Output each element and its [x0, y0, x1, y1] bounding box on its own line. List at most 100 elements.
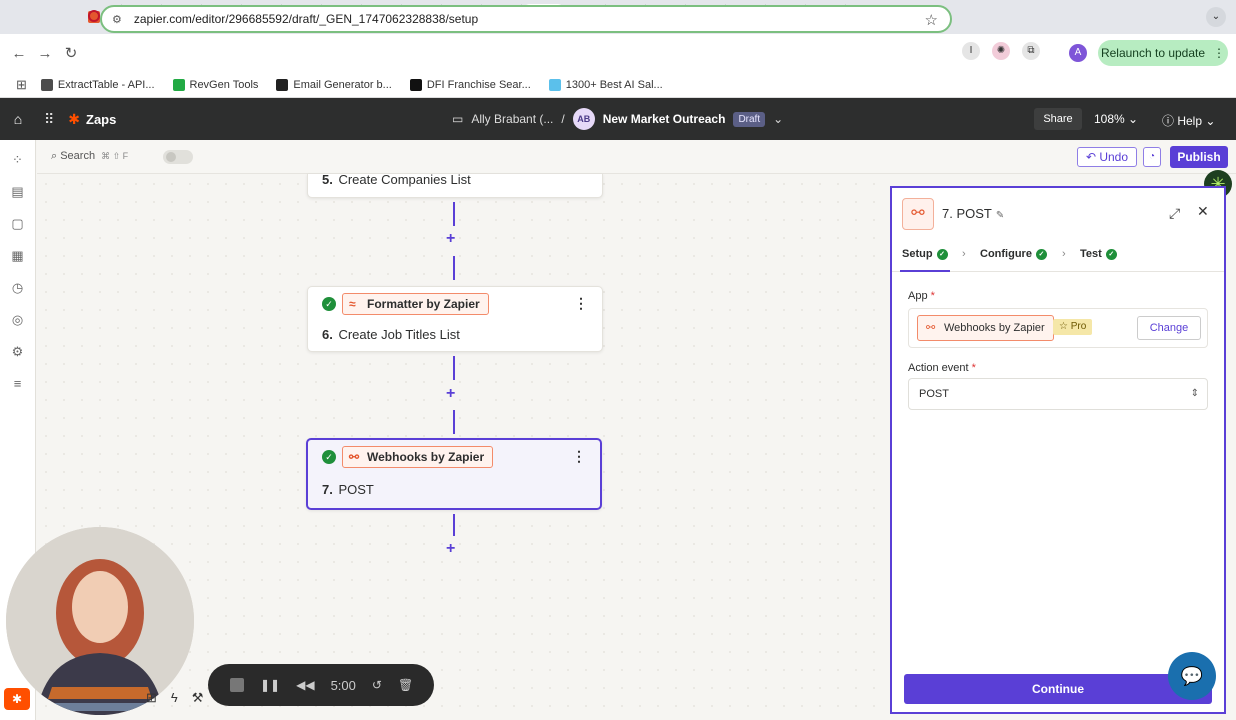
panel-title-text: 7. POST: [942, 206, 992, 221]
bookmark-item[interactable]: ExtractTable - API...: [40, 78, 155, 91]
bookmark-item[interactable]: RevGen Tools: [172, 78, 259, 91]
change-app-button[interactable]: Change: [1137, 316, 1201, 340]
zoom-label: 108%: [1094, 112, 1125, 126]
action-event-select[interactable]: POST ⇕: [908, 378, 1208, 410]
extension-loom-icon[interactable]: ✺: [992, 42, 1010, 60]
step-card-5[interactable]: 5. Create Companies List: [307, 172, 603, 198]
app-field-label: App *: [908, 290, 935, 302]
connector-line: [453, 256, 455, 280]
chat-support-icon[interactable]: 💬: [1168, 652, 1216, 700]
step-title-text: POST: [338, 482, 374, 497]
step-menu-icon[interactable]: ⋮: [572, 448, 586, 465]
reload-icon[interactable]: ↻: [58, 44, 84, 62]
expand-icon[interactable]: ⤢: [1169, 205, 1180, 222]
undo-button[interactable]: ↶ Undo: [1077, 147, 1137, 167]
bolt-icon[interactable]: ϟ: [171, 690, 178, 706]
add-step-button[interactable]: +: [446, 385, 455, 403]
recording-time: 5:00: [330, 677, 356, 693]
search-shortcut: ⌘ ⇧ F: [101, 151, 129, 161]
bookmark-item[interactable]: Email Generator b...: [276, 78, 392, 91]
step-card-7[interactable]: ✓ ⚯ Webhooks by Zapier ⋮ 7. POST: [306, 438, 602, 510]
bookmark-item[interactable]: 1300+ Best AI Sal...: [548, 78, 663, 91]
zap-name[interactable]: New Market Outreach: [603, 112, 726, 126]
profile-avatar[interactable]: A: [1069, 44, 1087, 62]
bookmark-item[interactable]: DFI Franchise Sear...: [409, 78, 531, 91]
url-input[interactable]: ⚙ zapier.com/editor/296685592/draft/_GEN…: [100, 5, 952, 33]
continue-button[interactable]: Continue: [904, 674, 1212, 704]
delete-icon[interactable]: 🗑: [398, 678, 413, 692]
app-switcher-icon[interactable]: ⠿: [44, 111, 54, 128]
bookmark-label: 1300+ Best AI Sal...: [565, 78, 663, 91]
undo-label: Undo: [1099, 150, 1129, 164]
toggle-switch[interactable]: [163, 150, 193, 164]
extension-icon[interactable]: I: [962, 42, 980, 60]
home-icon[interactable]: ⌂: [0, 111, 36, 127]
step-menu-icon[interactable]: ⋮: [574, 295, 588, 312]
extensions-puzzle-icon[interactable]: ⧉: [1022, 42, 1040, 60]
step-number: 6.: [322, 327, 333, 342]
site-info-icon[interactable]: ⚙: [112, 13, 122, 26]
tab-configure[interactable]: Configure ✓: [980, 248, 1047, 260]
step-app-name: Webhooks by Zapier: [367, 450, 485, 464]
url-text: zapier.com/editor/296685592/draft/_GEN_1…: [133, 12, 479, 26]
step-number: 5.: [322, 172, 333, 187]
zapier-agent-icon[interactable]: ✱: [4, 688, 30, 710]
webhook-icon: ⚯: [349, 450, 360, 464]
more-menu-icon[interactable]: ⋮: [1213, 46, 1225, 60]
folder-link[interactable]: Ally Brabant (...: [471, 112, 553, 126]
bookmark-favicon-icon: [40, 78, 53, 91]
comment-icon[interactable]: ▢: [11, 216, 23, 232]
settings-icon[interactable]: ⚙: [12, 344, 24, 360]
webhook-icon: ⚯: [902, 198, 934, 230]
step-number: 7.: [322, 482, 333, 497]
relaunch-button[interactable]: Relaunch to update ⋮: [1098, 40, 1228, 66]
zapier-header: ⌂ ⠿ ✱ Zaps ▭ Ally Brabant (... / AB New …: [0, 98, 1236, 140]
restart-icon[interactable]: ↺: [372, 678, 382, 692]
apps-icon[interactable]: ⁘: [12, 152, 23, 168]
bookmark-favicon-icon: [548, 78, 561, 91]
document-icon[interactable]: ▤: [11, 184, 23, 200]
share-button[interactable]: Share: [1034, 108, 1082, 130]
chevron-down-icon[interactable]: ⌄: [773, 112, 783, 126]
tab-test[interactable]: Test ✓: [1080, 248, 1117, 260]
help-label: Help: [1177, 114, 1203, 128]
action-event-value: POST: [919, 388, 949, 400]
search-button[interactable]: ⌕ Search ⌘ ⇧ F: [51, 150, 128, 163]
back-icon[interactable]: ←: [6, 45, 32, 62]
tab-label: Setup: [902, 248, 933, 260]
bookmark-favicon-icon: [276, 78, 289, 91]
zoom-dropdown[interactable]: 108% ⌄: [1094, 112, 1138, 126]
add-step-button[interactable]: +: [446, 540, 455, 558]
edit-pencil-icon[interactable]: ✎: [996, 210, 1004, 221]
zaps-link[interactable]: Zaps: [86, 112, 116, 127]
check-icon: ✓: [1105, 248, 1117, 260]
forward-icon[interactable]: →: [32, 45, 58, 62]
calendar-icon[interactable]: ▦: [11, 248, 23, 264]
activity-icon[interactable]: ◎: [12, 312, 23, 328]
bookmark-star-icon[interactable]: ☆: [925, 11, 938, 29]
history-icon[interactable]: ◷: [12, 280, 23, 296]
close-icon[interactable]: ✕: [1197, 203, 1209, 220]
pause-icon[interactable]: ❚❚: [260, 678, 280, 692]
layers-icon[interactable]: ≡: [14, 376, 22, 391]
formatter-icon: ≈: [349, 297, 356, 311]
step-card-6[interactable]: ✓ ≈ Formatter by Zapier ⋮ 6. Create Job T…: [307, 286, 603, 352]
bookmark-label: RevGen Tools: [189, 78, 259, 91]
tab-search-icon[interactable]: ⌄: [1206, 7, 1226, 27]
help-dropdown[interactable]: ⓘ Help ⌄: [1162, 112, 1215, 129]
step-app-name: Formatter by Zapier: [367, 297, 480, 311]
active-tab-indicator: [900, 270, 950, 272]
rewind-icon[interactable]: ◀◀: [296, 678, 314, 692]
tab-setup[interactable]: Setup ✓: [902, 248, 948, 260]
wrench-icon[interactable]: ⚒: [192, 690, 204, 706]
webcam-overlay: [6, 527, 194, 715]
version-history-icon[interactable]: ◔: [1143, 147, 1161, 167]
layout-icon[interactable]: ⊞: [146, 690, 157, 706]
breadcrumb-separator: /: [561, 112, 565, 126]
tab-label: Configure: [980, 248, 1032, 260]
add-step-button[interactable]: +: [446, 230, 455, 248]
stop-recording-button[interactable]: [230, 678, 244, 692]
step-title-text: Create Companies List: [338, 172, 471, 187]
apps-grid-icon[interactable]: ⊞: [16, 77, 27, 93]
publish-button[interactable]: Publish: [1170, 146, 1228, 168]
